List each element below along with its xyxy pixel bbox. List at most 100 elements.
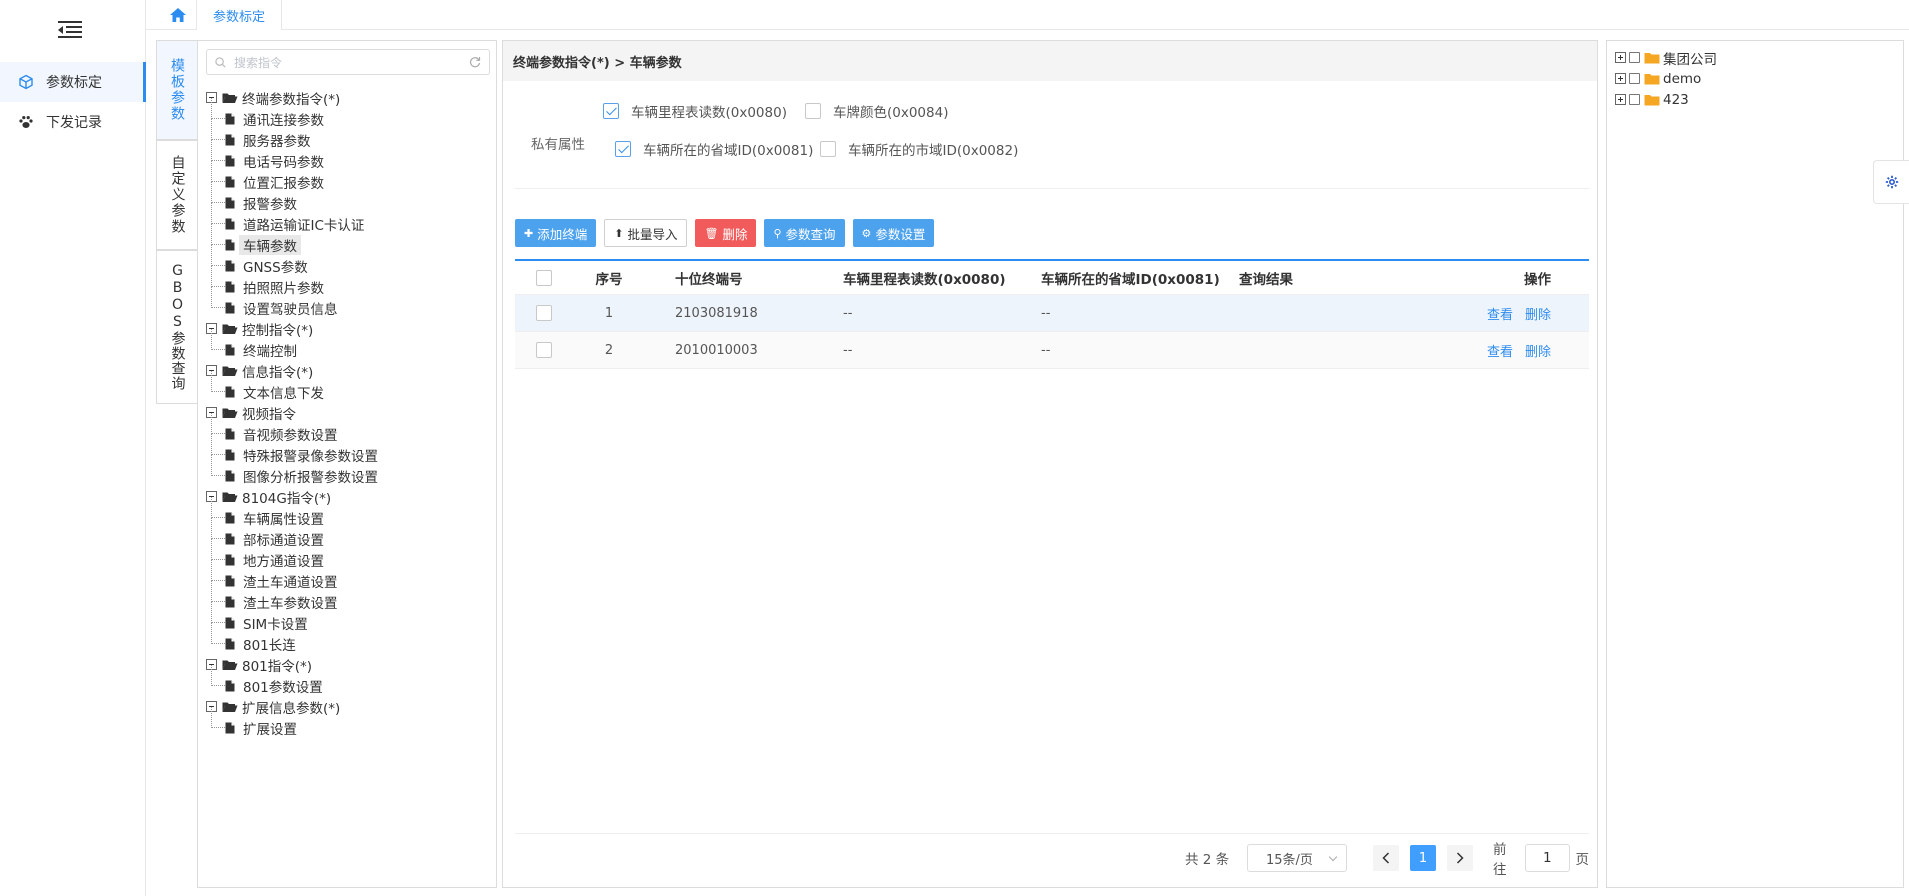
delete-button[interactable]: 🗑 删除 bbox=[695, 219, 757, 247]
pager-total: 共 2 条 bbox=[1185, 852, 1230, 868]
refresh-icon[interactable] bbox=[469, 56, 481, 68]
tree-item-label: SIM卡设置 bbox=[243, 616, 308, 633]
document-icon bbox=[225, 638, 235, 650]
document-icon bbox=[225, 680, 235, 692]
table-row[interactable]: 2 2010010003 -- -- 查看 删除 bbox=[515, 332, 1589, 369]
next-page-button[interactable] bbox=[1447, 845, 1473, 871]
folder-open-icon bbox=[222, 407, 238, 419]
tree-group[interactable]: 8104G指令(*) bbox=[206, 486, 378, 507]
tree-item[interactable]: 部标通道设置 bbox=[206, 518, 378, 549]
tree-item[interactable]: 音视频参数设置 bbox=[206, 413, 378, 444]
goto-page-input[interactable]: 1 bbox=[1525, 844, 1570, 872]
settings-drawer-button[interactable] bbox=[1873, 160, 1909, 204]
checkbox[interactable] bbox=[615, 141, 631, 157]
home-icon[interactable] bbox=[160, 0, 196, 30]
batch-import-button[interactable]: ⬆ 批量导入 bbox=[604, 219, 688, 247]
expand-toggle-icon[interactable] bbox=[1615, 52, 1626, 63]
cell-odometer: -- bbox=[843, 342, 853, 358]
view-link[interactable]: 查看 bbox=[1487, 345, 1513, 360]
param-settings-button[interactable]: ⚙ 参数设置 bbox=[852, 219, 935, 247]
nav-item-label: 参数标定 bbox=[46, 75, 102, 91]
tree-item[interactable]: 801参数设置 bbox=[206, 665, 378, 696]
tree-item-label: 扩展设置 bbox=[243, 721, 297, 738]
tree-group[interactable]: 801指令(*) bbox=[206, 654, 378, 675]
tree-item[interactable]: 通讯连接参数 bbox=[206, 98, 378, 129]
menu-toggle-icon[interactable] bbox=[58, 21, 82, 39]
delete-link[interactable]: 删除 bbox=[1525, 345, 1551, 360]
prev-page-button[interactable] bbox=[1373, 845, 1399, 871]
vtab-custom-params[interactable]: 自定义参数 bbox=[156, 140, 198, 250]
tree-item[interactable]: 服务器参数 bbox=[206, 119, 378, 150]
node-checkbox[interactable] bbox=[1629, 94, 1640, 105]
tree-item[interactable]: 渣土车通道设置 bbox=[206, 560, 378, 591]
main-panel: 终端参数指令(*) > 车辆参数 私有属性 车辆里程表读数(0x0080) 车牌… bbox=[502, 40, 1598, 888]
add-terminal-button[interactable]: ✚ 添加终端 bbox=[515, 219, 597, 247]
prop-label: 车辆所在的省域ID(0x0081) bbox=[643, 143, 814, 159]
delete-link[interactable]: 删除 bbox=[1525, 308, 1551, 323]
tree-item[interactable]: GNSS参数 bbox=[206, 245, 378, 276]
tree-item-label: 地方通道设置 bbox=[243, 553, 324, 570]
org-tree-node[interactable]: 集团公司 bbox=[1615, 47, 1717, 68]
tab-bar: 参数标定 bbox=[146, 0, 1909, 30]
tree-item[interactable]: 文本信息下发 bbox=[206, 371, 378, 402]
node-checkbox[interactable] bbox=[1629, 52, 1640, 63]
tree-group[interactable]: 信息指令(*) bbox=[206, 360, 378, 381]
nav-item-send-records[interactable]: 下发记录 bbox=[0, 102, 146, 142]
org-tree-label: 423 bbox=[1663, 91, 1689, 108]
toolbar: ✚ 添加终端 ⬆ 批量导入 🗑 删除 ⚲ 参数查询 ⚙ 参数设置 bbox=[515, 219, 935, 247]
document-icon bbox=[225, 722, 235, 734]
prop-odometer[interactable]: 车辆里程表读数(0x0080) bbox=[603, 101, 787, 121]
view-link[interactable]: 查看 bbox=[1487, 308, 1513, 323]
node-checkbox[interactable] bbox=[1629, 73, 1640, 84]
checkbox[interactable] bbox=[603, 103, 619, 119]
checkbox[interactable] bbox=[820, 141, 836, 157]
tree-item-label: 服务器参数 bbox=[243, 133, 311, 150]
tree-item[interactable]: 位置汇报参数 bbox=[206, 161, 378, 192]
row-checkbox[interactable] bbox=[536, 342, 552, 358]
tree-item[interactable]: 电话号码参数 bbox=[206, 140, 378, 171]
cell-province: -- bbox=[1041, 342, 1051, 358]
tree-item[interactable]: 车辆参数 bbox=[206, 224, 378, 255]
expand-toggle-icon[interactable] bbox=[1615, 73, 1626, 84]
tree-item[interactable]: 车辆属性设置 bbox=[206, 497, 378, 528]
select-all-checkbox[interactable] bbox=[536, 269, 552, 286]
vtab-template-params[interactable]: 模板参数 bbox=[156, 40, 198, 140]
tree-group[interactable]: 控制指令(*) bbox=[206, 318, 378, 339]
tree-item-label: 通讯连接参数 bbox=[243, 112, 324, 129]
page-number-current[interactable]: 1 bbox=[1410, 845, 1436, 871]
nav-item-param-calibration[interactable]: 参数标定 bbox=[0, 62, 146, 102]
org-tree-node[interactable]: 423 bbox=[1615, 89, 1717, 110]
org-tree-node[interactable]: demo bbox=[1615, 68, 1717, 89]
table-row[interactable]: 1 2103081918 -- -- 查看 删除 bbox=[515, 295, 1589, 332]
tree-item[interactable]: SIM卡设置 bbox=[206, 602, 378, 633]
prop-plate-color[interactable]: 车牌颜色(0x0084) bbox=[805, 101, 948, 121]
vtab-gbos-query[interactable]: GBOS参数查询 bbox=[156, 250, 198, 404]
tree-group[interactable]: 扩展信息参数(*) bbox=[206, 696, 378, 717]
checkbox[interactable] bbox=[805, 103, 821, 119]
tree-item[interactable]: 801长连 bbox=[206, 623, 378, 654]
prop-city-id[interactable]: 车辆所在的市域ID(0x0082) bbox=[820, 139, 1018, 159]
search-input[interactable]: 搜索指令 bbox=[206, 49, 490, 75]
tree-item[interactable]: 设置驾驶员信息 bbox=[206, 287, 378, 318]
tree-item[interactable]: 扩展设置 bbox=[206, 707, 378, 738]
tree-item[interactable]: 渣土车参数设置 bbox=[206, 581, 378, 612]
tree-group[interactable]: 视频指令 bbox=[206, 402, 378, 423]
expand-toggle-icon[interactable] bbox=[1615, 94, 1626, 105]
tab-param-calibration[interactable]: 参数标定 bbox=[196, 0, 283, 30]
param-query-button[interactable]: ⚲ 参数查询 bbox=[764, 219, 845, 247]
tree-item[interactable]: 报警参数 bbox=[206, 182, 378, 213]
tree-item[interactable]: 特殊报警录像参数设置 bbox=[206, 434, 378, 465]
page-size-select[interactable]: 15条/页 bbox=[1247, 844, 1347, 872]
document-icon bbox=[225, 344, 235, 356]
tree-item[interactable]: 终端控制 bbox=[206, 329, 378, 360]
tree-group[interactable]: 终端参数指令(*) bbox=[206, 87, 378, 108]
tree-item[interactable]: 图像分析报警参数设置 bbox=[206, 455, 378, 486]
organization-tree-panel: 集团公司 demo 423 bbox=[1606, 40, 1904, 888]
cell-terminal: 2103081918 bbox=[675, 305, 758, 321]
row-checkbox[interactable] bbox=[536, 305, 552, 321]
tree-item[interactable]: 地方通道设置 bbox=[206, 539, 378, 570]
tree-item[interactable]: 拍照照片参数 bbox=[206, 266, 378, 297]
document-icon bbox=[225, 281, 235, 293]
prop-province-id[interactable]: 车辆所在的省域ID(0x0081) bbox=[615, 139, 813, 159]
tree-item[interactable]: 道路运输证IC卡认证 bbox=[206, 203, 378, 234]
